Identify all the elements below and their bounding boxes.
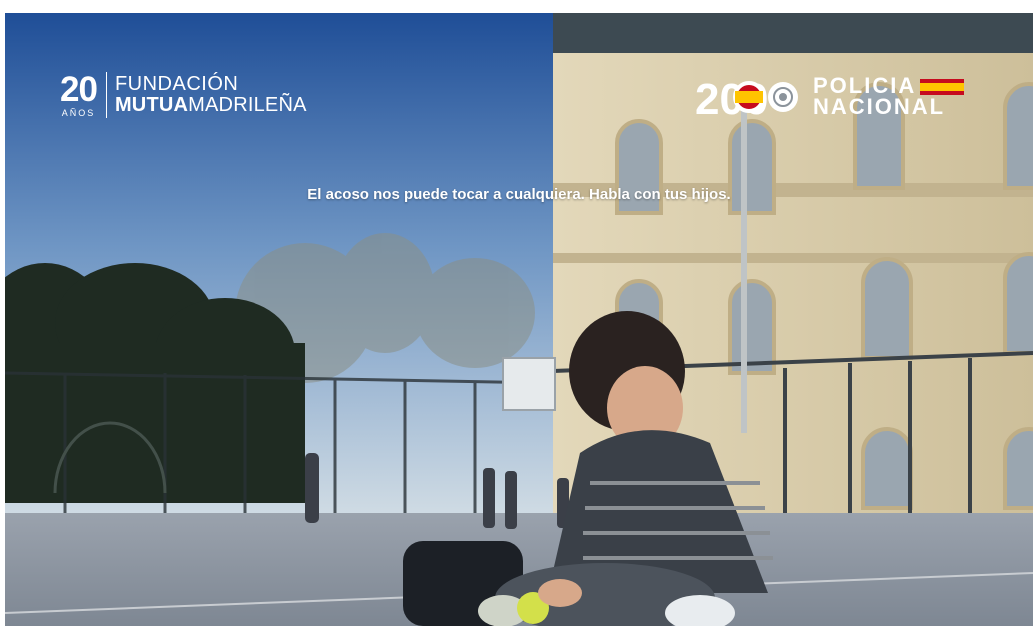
basketball-board xyxy=(502,357,556,411)
years-number: 20 xyxy=(60,70,98,109)
years-word: AÑOS xyxy=(61,108,96,118)
spain-flag-icon xyxy=(920,78,965,95)
lamp-post xyxy=(741,103,747,433)
mutua-bold: MUTUA xyxy=(114,94,189,116)
bicentenary-200-icon: 200 xyxy=(695,75,798,120)
fundacion-label: FUNDACIÓN xyxy=(114,73,239,95)
nacional-label: NACIONAL xyxy=(813,94,946,119)
madrilena-text: MADRILEÑA xyxy=(188,94,307,116)
anniversary-mark: 20 AÑOS xyxy=(60,70,98,118)
policia-nacional-logo: 200 POLICIA NACIONAL xyxy=(695,71,965,123)
campaign-image: 20 AÑOS FUNDACIÓN MUTUAMADRILEÑA 200 POL… xyxy=(5,13,1033,626)
fundacion-mutua-logo: 20 AÑOS FUNDACIÓN MUTUAMADRILEÑA xyxy=(60,69,307,121)
campaign-tagline: El acoso nos puede tocar a cualquiera. H… xyxy=(307,186,731,203)
logo-divider xyxy=(105,72,107,118)
mutua-madrilena-label: MUTUAMADRILEÑA xyxy=(115,95,307,116)
